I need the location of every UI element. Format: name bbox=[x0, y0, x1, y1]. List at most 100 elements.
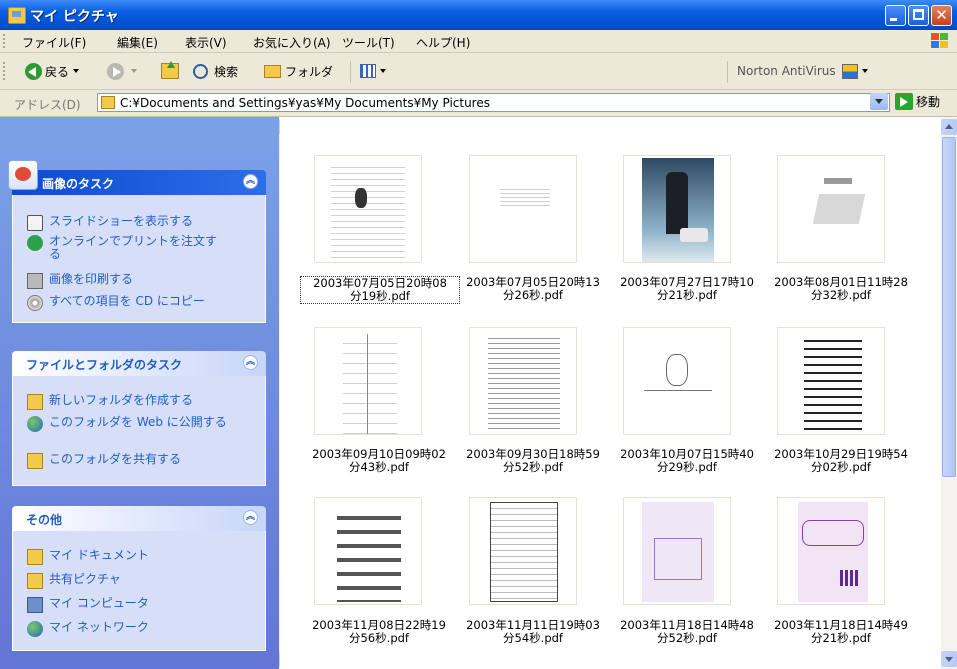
task-publish-web[interactable]: このフォルダを Web に公開する bbox=[27, 416, 227, 432]
title-bar: マイ ピクチャ ✕ bbox=[0, 0, 957, 30]
menu-help[interactable]: ヘルプ(H) bbox=[416, 34, 470, 51]
my-pictures-folder-icon bbox=[8, 7, 26, 24]
file-name[interactable]: 2003年10月07日15時40 分29秒.pdf bbox=[608, 448, 766, 474]
file-thumbnail[interactable] bbox=[469, 327, 577, 435]
file-view: 2003年07月05日20時08 分19秒.pdf 2003年07月05日20時1… bbox=[280, 117, 941, 669]
standard-toolbar: 戻る 検索 フォルダ Norton AntiVirus bbox=[0, 53, 957, 90]
file-thumbnail[interactable] bbox=[777, 327, 885, 435]
menu-favorites[interactable]: お気に入り(A) bbox=[253, 34, 331, 51]
collapse-chevron-icon[interactable]: ︽ bbox=[243, 355, 258, 370]
file-view-scrollbar[interactable] bbox=[941, 117, 957, 669]
file-thumbnail[interactable] bbox=[314, 497, 422, 605]
my-network-icon bbox=[27, 621, 43, 637]
address-input[interactable]: C:¥Documents and Settings¥yas¥My Documen… bbox=[97, 93, 890, 112]
toolbar-separator bbox=[350, 61, 351, 83]
search-label: 検索 bbox=[214, 64, 239, 79]
task-label: このフォルダを共有する bbox=[49, 452, 182, 466]
task-new-folder[interactable]: 新しいフォルダを作成する bbox=[27, 394, 193, 410]
file-thumbnail[interactable] bbox=[469, 155, 577, 263]
task-share-folder[interactable]: このフォルダを共有する bbox=[27, 453, 181, 469]
file-thumbnail[interactable] bbox=[777, 155, 885, 263]
task-label: マイ ネットワーク bbox=[49, 620, 149, 634]
picture-tasks-header[interactable]: 画像のタスク ︽ bbox=[8, 160, 266, 195]
search-button[interactable]: 検索 bbox=[193, 61, 238, 81]
back-arrow-icon bbox=[25, 62, 42, 80]
task-label: オンラインでプリントを注文する bbox=[49, 234, 218, 261]
up-folder-button[interactable] bbox=[161, 61, 179, 81]
views-dropdown-icon[interactable] bbox=[380, 69, 386, 73]
menu-edit[interactable]: 編集(E) bbox=[117, 34, 158, 51]
maximize-button[interactable] bbox=[908, 5, 929, 26]
folders-icon bbox=[264, 64, 281, 78]
menu-view[interactable]: 表示(V) bbox=[185, 34, 227, 51]
norton-dropdown-icon[interactable] bbox=[861, 69, 868, 73]
folders-button[interactable]: フォルダ bbox=[264, 61, 333, 81]
minimize-button[interactable] bbox=[885, 5, 906, 26]
go-button[interactable]: 移動 bbox=[895, 93, 940, 110]
file-name[interactable]: 2003年09月30日18時59 分52秒.pdf bbox=[454, 448, 612, 474]
file-folder-tasks-body: 新しいフォルダを作成する このフォルダを Web に公開する このフォルダを共有… bbox=[12, 376, 266, 486]
go-label: 移動 bbox=[916, 95, 941, 109]
file-thumbnail[interactable] bbox=[777, 497, 885, 605]
place-my-network[interactable]: マイ ネットワーク bbox=[27, 621, 149, 637]
slideshow-icon bbox=[27, 215, 43, 231]
file-name[interactable]: 2003年09月10日09時02 分43秒.pdf bbox=[300, 448, 458, 474]
shared-pictures-icon bbox=[27, 573, 43, 589]
task-slideshow[interactable]: スライドショーを表示する bbox=[27, 215, 193, 231]
my-computer-icon bbox=[27, 597, 43, 613]
my-documents-icon bbox=[27, 549, 43, 565]
file-name[interactable]: 2003年10月29日19時54 分02秒.pdf bbox=[762, 448, 920, 474]
file-name[interactable]: 2003年11月18日14時49 分21秒.pdf bbox=[762, 619, 920, 645]
file-thumbnail[interactable] bbox=[623, 155, 731, 263]
file-name[interactable]: 2003年11月08日22時19 分56秒.pdf bbox=[300, 619, 458, 645]
file-thumbnail[interactable] bbox=[623, 327, 731, 435]
forward-dropdown-icon[interactable] bbox=[131, 69, 137, 73]
task-order-prints[interactable]: オンラインでプリントを注文する bbox=[27, 235, 227, 261]
menu-bar: ファイル(F) 編集(E) 表示(V) お気に入り(A) ツール(T) ヘルプ(… bbox=[0, 30, 957, 53]
file-thumbnail[interactable] bbox=[623, 497, 731, 605]
task-label: 画像を印刷する bbox=[49, 272, 134, 286]
scroll-up-icon[interactable] bbox=[941, 119, 957, 135]
menu-tools[interactable]: ツール(T) bbox=[342, 34, 395, 51]
picture-tasks-body: スライドショーを表示する オンラインでプリントを注文する 画像を印刷する すべて… bbox=[12, 195, 266, 323]
collapse-chevron-icon[interactable]: ︽ bbox=[243, 510, 258, 525]
file-thumbnail[interactable] bbox=[314, 155, 422, 263]
norton-label: Norton AntiVirus bbox=[737, 64, 836, 78]
go-arrow-icon bbox=[895, 93, 913, 110]
collapse-chevron-icon[interactable]: ︽ bbox=[243, 174, 258, 189]
folder-icon bbox=[101, 96, 115, 109]
file-name[interactable]: 2003年07月05日20時13 分26秒.pdf bbox=[454, 276, 612, 302]
norton-antivirus-button[interactable]: Norton AntiVirus bbox=[737, 61, 868, 81]
forward-button[interactable] bbox=[107, 61, 137, 81]
other-places-header[interactable]: その他 ︽ bbox=[12, 506, 266, 531]
place-my-documents[interactable]: マイ ドキュメント bbox=[27, 549, 149, 565]
file-name[interactable]: 2003年07月05日20時08 分19秒.pdf bbox=[300, 276, 460, 304]
task-label: スライドショーを表示する bbox=[49, 214, 194, 228]
file-name[interactable]: 2003年08月01日11時28 分32秒.pdf bbox=[762, 276, 920, 302]
close-button[interactable]: ✕ bbox=[931, 5, 952, 26]
task-label: マイ ドキュメント bbox=[49, 548, 149, 562]
back-label: 戻る bbox=[45, 64, 70, 79]
task-copy-to-cd[interactable]: すべての項目を CD にコピー bbox=[27, 295, 205, 311]
file-name[interactable]: 2003年07月27日17時10 分21秒.pdf bbox=[608, 276, 766, 302]
file-thumbnail[interactable] bbox=[469, 497, 577, 605]
scrollbar-thumb[interactable] bbox=[942, 137, 956, 477]
place-my-computer[interactable]: マイ コンピュータ bbox=[27, 597, 149, 613]
search-icon bbox=[193, 63, 208, 79]
file-name[interactable]: 2003年11月18日14時48 分52秒.pdf bbox=[608, 619, 766, 645]
task-label: このフォルダを Web に公開する bbox=[49, 415, 227, 429]
back-dropdown-icon[interactable] bbox=[73, 69, 80, 73]
file-thumbnail[interactable] bbox=[314, 327, 422, 435]
menu-file[interactable]: ファイル(F) bbox=[22, 34, 86, 51]
file-folder-tasks-header[interactable]: ファイルとフォルダのタスク ︽ bbox=[12, 351, 266, 376]
task-print-pictures[interactable]: 画像を印刷する bbox=[27, 273, 133, 289]
scroll-down-icon[interactable] bbox=[941, 651, 957, 667]
address-dropdown-icon[interactable] bbox=[870, 93, 888, 110]
address-bar: アドレス(D) C:¥Documents and Settings¥yas¥My… bbox=[0, 90, 957, 117]
back-button[interactable]: 戻る bbox=[25, 61, 80, 81]
views-button[interactable] bbox=[360, 61, 386, 81]
place-shared-pictures[interactable]: 共有ピクチャ bbox=[27, 573, 121, 589]
window-title: マイ ピクチャ bbox=[30, 9, 119, 25]
file-name[interactable]: 2003年11月11日19時03 分54秒.pdf bbox=[454, 619, 612, 645]
share-folder-icon bbox=[27, 453, 43, 469]
